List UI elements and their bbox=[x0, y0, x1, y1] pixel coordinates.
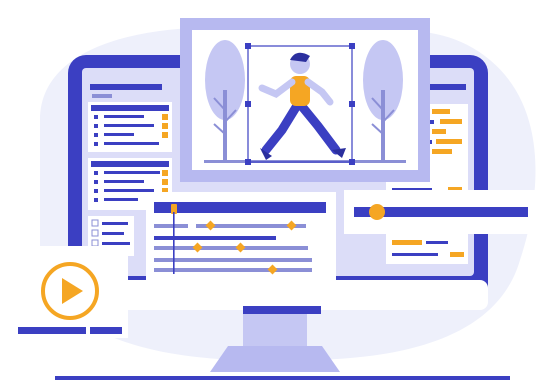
animation-editor-illustration bbox=[0, 0, 551, 381]
video-player-card bbox=[10, 246, 128, 338]
monitor-stand-base bbox=[210, 346, 340, 372]
video-progress-bar bbox=[18, 327, 86, 334]
screen-header-bar bbox=[90, 84, 162, 90]
timeline-panel bbox=[146, 192, 336, 282]
monitor-chin-bar bbox=[243, 306, 321, 314]
layer-list-panel bbox=[88, 102, 172, 152]
screen-header-bar bbox=[92, 94, 112, 98]
video-progress-bar bbox=[90, 327, 122, 334]
scrubber-panel bbox=[344, 190, 536, 234]
play-icon bbox=[41, 262, 99, 320]
monitor-chin bbox=[68, 280, 488, 310]
preview-window bbox=[180, 18, 430, 182]
desk-line bbox=[55, 376, 510, 380]
scrubber-knob-icon bbox=[369, 204, 385, 220]
